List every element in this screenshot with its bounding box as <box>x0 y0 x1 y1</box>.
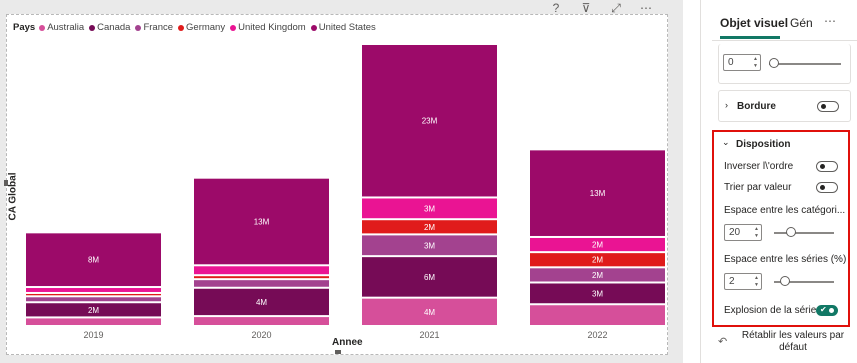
tab-objet-visuel[interactable]: Objet visuel <box>720 16 788 30</box>
help-icon[interactable]: ? <box>549 1 563 15</box>
more-tabs-icon[interactable]: ⋯ <box>824 14 836 28</box>
spacing-slider-track[interactable] <box>769 63 841 65</box>
data-label: 4M <box>424 308 435 317</box>
pane-divider <box>700 0 701 363</box>
x-tick-label: 2020 <box>251 330 271 340</box>
data-label: 2M <box>592 271 603 280</box>
bar-2019-france[interactable] <box>26 297 161 302</box>
data-label: 2M <box>592 241 603 250</box>
focus-mode-icon[interactable]: ⤢ <box>609 1 623 15</box>
undo-icon[interactable]: ↶ <box>718 335 727 348</box>
stacked-column-visual[interactable]: ? ⊽ ⤢ ⋯ Pays Australia Canada France Ger… <box>4 1 668 355</box>
x-tick-label: 2021 <box>419 330 439 340</box>
x-tick-label: 2019 <box>83 330 103 340</box>
bar-2019-australia[interactable] <box>26 318 161 325</box>
more-options-icon[interactable]: ⋯ <box>639 1 653 15</box>
data-label: 13M <box>590 189 606 198</box>
data-label: 2M <box>88 306 99 315</box>
reset-defaults-link[interactable]: Rétablir les valeurs par défaut <box>738 330 848 354</box>
data-label: 23M <box>422 117 438 126</box>
bar-2020-germany[interactable] <box>194 276 329 279</box>
bordure-toggle[interactable] <box>817 101 839 112</box>
spin-arrows-icon[interactable]: ▲ ▼ <box>753 56 758 70</box>
data-label: 3M <box>424 204 435 213</box>
bar-2022-australia[interactable] <box>530 305 665 325</box>
spacing-spin-input[interactable]: 0 ▲ ▼ <box>723 54 761 71</box>
bordure-card[interactable]: › Bordure <box>718 90 851 122</box>
bar-2019-germany[interactable] <box>26 293 161 296</box>
spacing-slider-thumb[interactable] <box>769 58 779 68</box>
visual-header: ? ⊽ ⤢ ⋯ <box>549 1 653 15</box>
data-label: 4M <box>256 298 267 307</box>
format-pane: Objet visuel Gén ⋯ 0 ▲ ▼ › Bordure ⌄ Disp… <box>712 0 857 363</box>
data-label: 3M <box>592 289 603 298</box>
tab-general[interactable]: Gén <box>790 16 813 30</box>
filter-icon[interactable]: ⊽ <box>579 1 593 15</box>
chevron-right-icon: › <box>725 100 728 110</box>
data-label: 2M <box>592 256 603 265</box>
data-label: 6M <box>424 273 435 282</box>
data-label: 8M <box>88 256 99 265</box>
highlight-box <box>712 130 850 327</box>
bordure-title: Bordure <box>737 101 776 112</box>
bar-2020-australia[interactable] <box>194 317 329 325</box>
x-axis-title: Annee <box>332 337 363 348</box>
x-tick-label: 2022 <box>587 330 607 340</box>
bar-2020-united-kingdom[interactable] <box>194 266 329 275</box>
spin-value: 0 <box>728 57 734 68</box>
y-axis-title: CA Global <box>7 172 19 221</box>
resize-handle-left[interactable] <box>4 180 8 186</box>
data-label: 13M <box>254 217 270 226</box>
bar-2019-united-kingdom[interactable] <box>26 288 161 292</box>
previous-section-card: 0 ▲ ▼ <box>718 44 851 84</box>
resize-handle-bottom[interactable] <box>335 350 341 354</box>
active-tab-indicator <box>720 36 780 39</box>
data-label: 2M <box>424 223 435 232</box>
format-pane-tabs: Objet visuel Gén ⋯ <box>712 8 857 41</box>
chart-plot-area: 2M 8M 2019 4M 13M 2020 4M 6M 3M 2M 3M 23M 2021 3M 2M 2M… <box>26 45 665 340</box>
bar-2020-france[interactable] <box>194 280 329 287</box>
data-label: 3M <box>424 241 435 250</box>
report-canvas: ? ⊽ ⤢ ⋯ Pays Australia Canada France Ger… <box>0 0 683 363</box>
